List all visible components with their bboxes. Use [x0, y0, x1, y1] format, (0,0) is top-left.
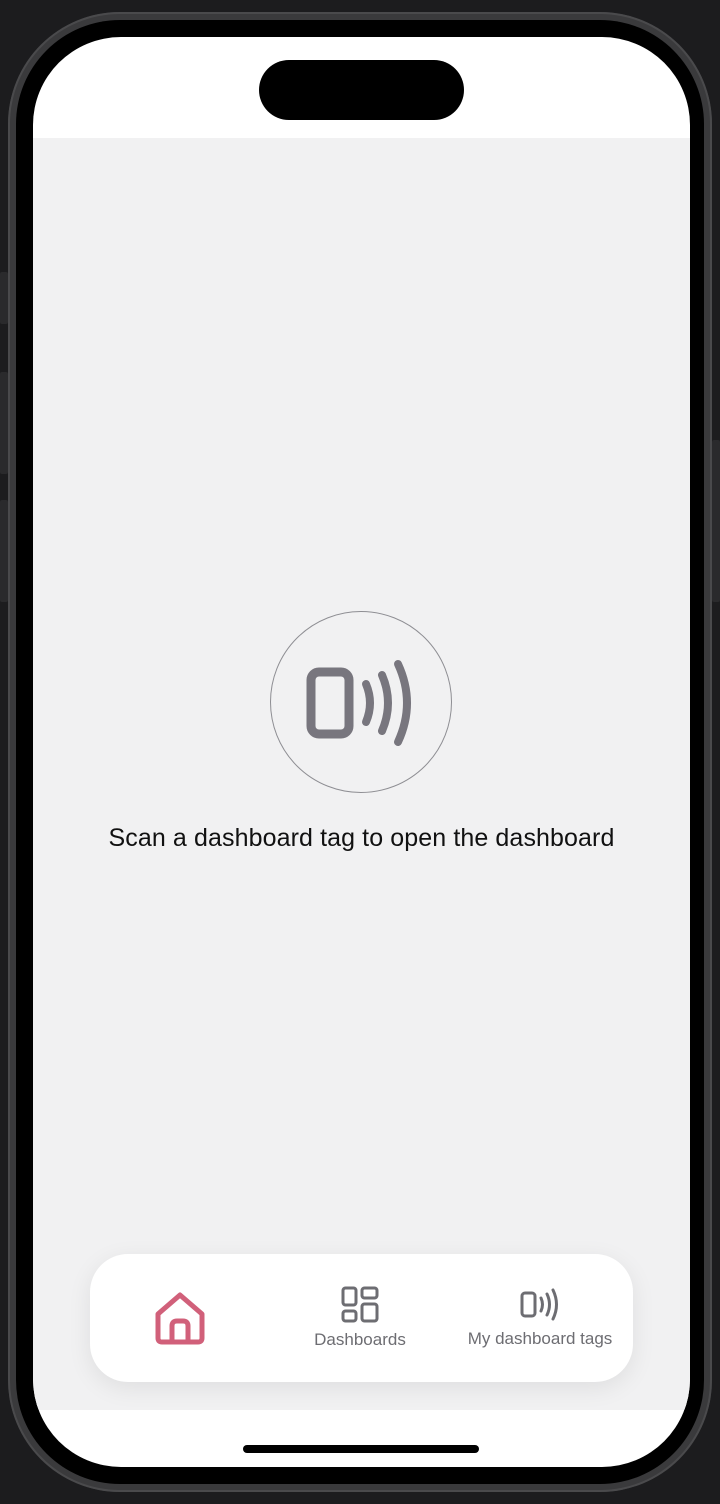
main-content: Scan a dashboard tag to open the dashboa… [33, 138, 690, 1410]
screen: Scan a dashboard tag to open the dashboa… [33, 37, 690, 1467]
device-volume-down [0, 500, 8, 602]
device-stage: Scan a dashboard tag to open the dashboa… [0, 0, 720, 1504]
dynamic-island [259, 60, 464, 120]
dashboard-grid-icon [341, 1286, 379, 1323]
device-volume-up [0, 372, 8, 474]
tab-my-dashboard-tags-label: My dashboard tags [467, 1329, 613, 1348]
tab-dashboards[interactable]: Dashboards [293, 1254, 427, 1382]
home-indicator[interactable] [243, 1445, 479, 1453]
scan-button[interactable] [270, 611, 452, 793]
scan-instruction: Scan a dashboard tag to open the dashboa… [108, 824, 615, 852]
tab-home[interactable] [120, 1254, 240, 1382]
tab-my-dashboard-tags[interactable]: My dashboard tags [455, 1254, 625, 1382]
device-power-button [712, 440, 720, 602]
device-side-button [0, 272, 8, 324]
nfc-tag-icon [520, 1288, 558, 1321]
tab-bar: Dashboards My dashboard tags [90, 1254, 633, 1382]
home-icon [155, 1292, 205, 1345]
tab-dashboards-label: Dashboards [314, 1330, 406, 1349]
nfc-phone-icon [306, 660, 411, 746]
